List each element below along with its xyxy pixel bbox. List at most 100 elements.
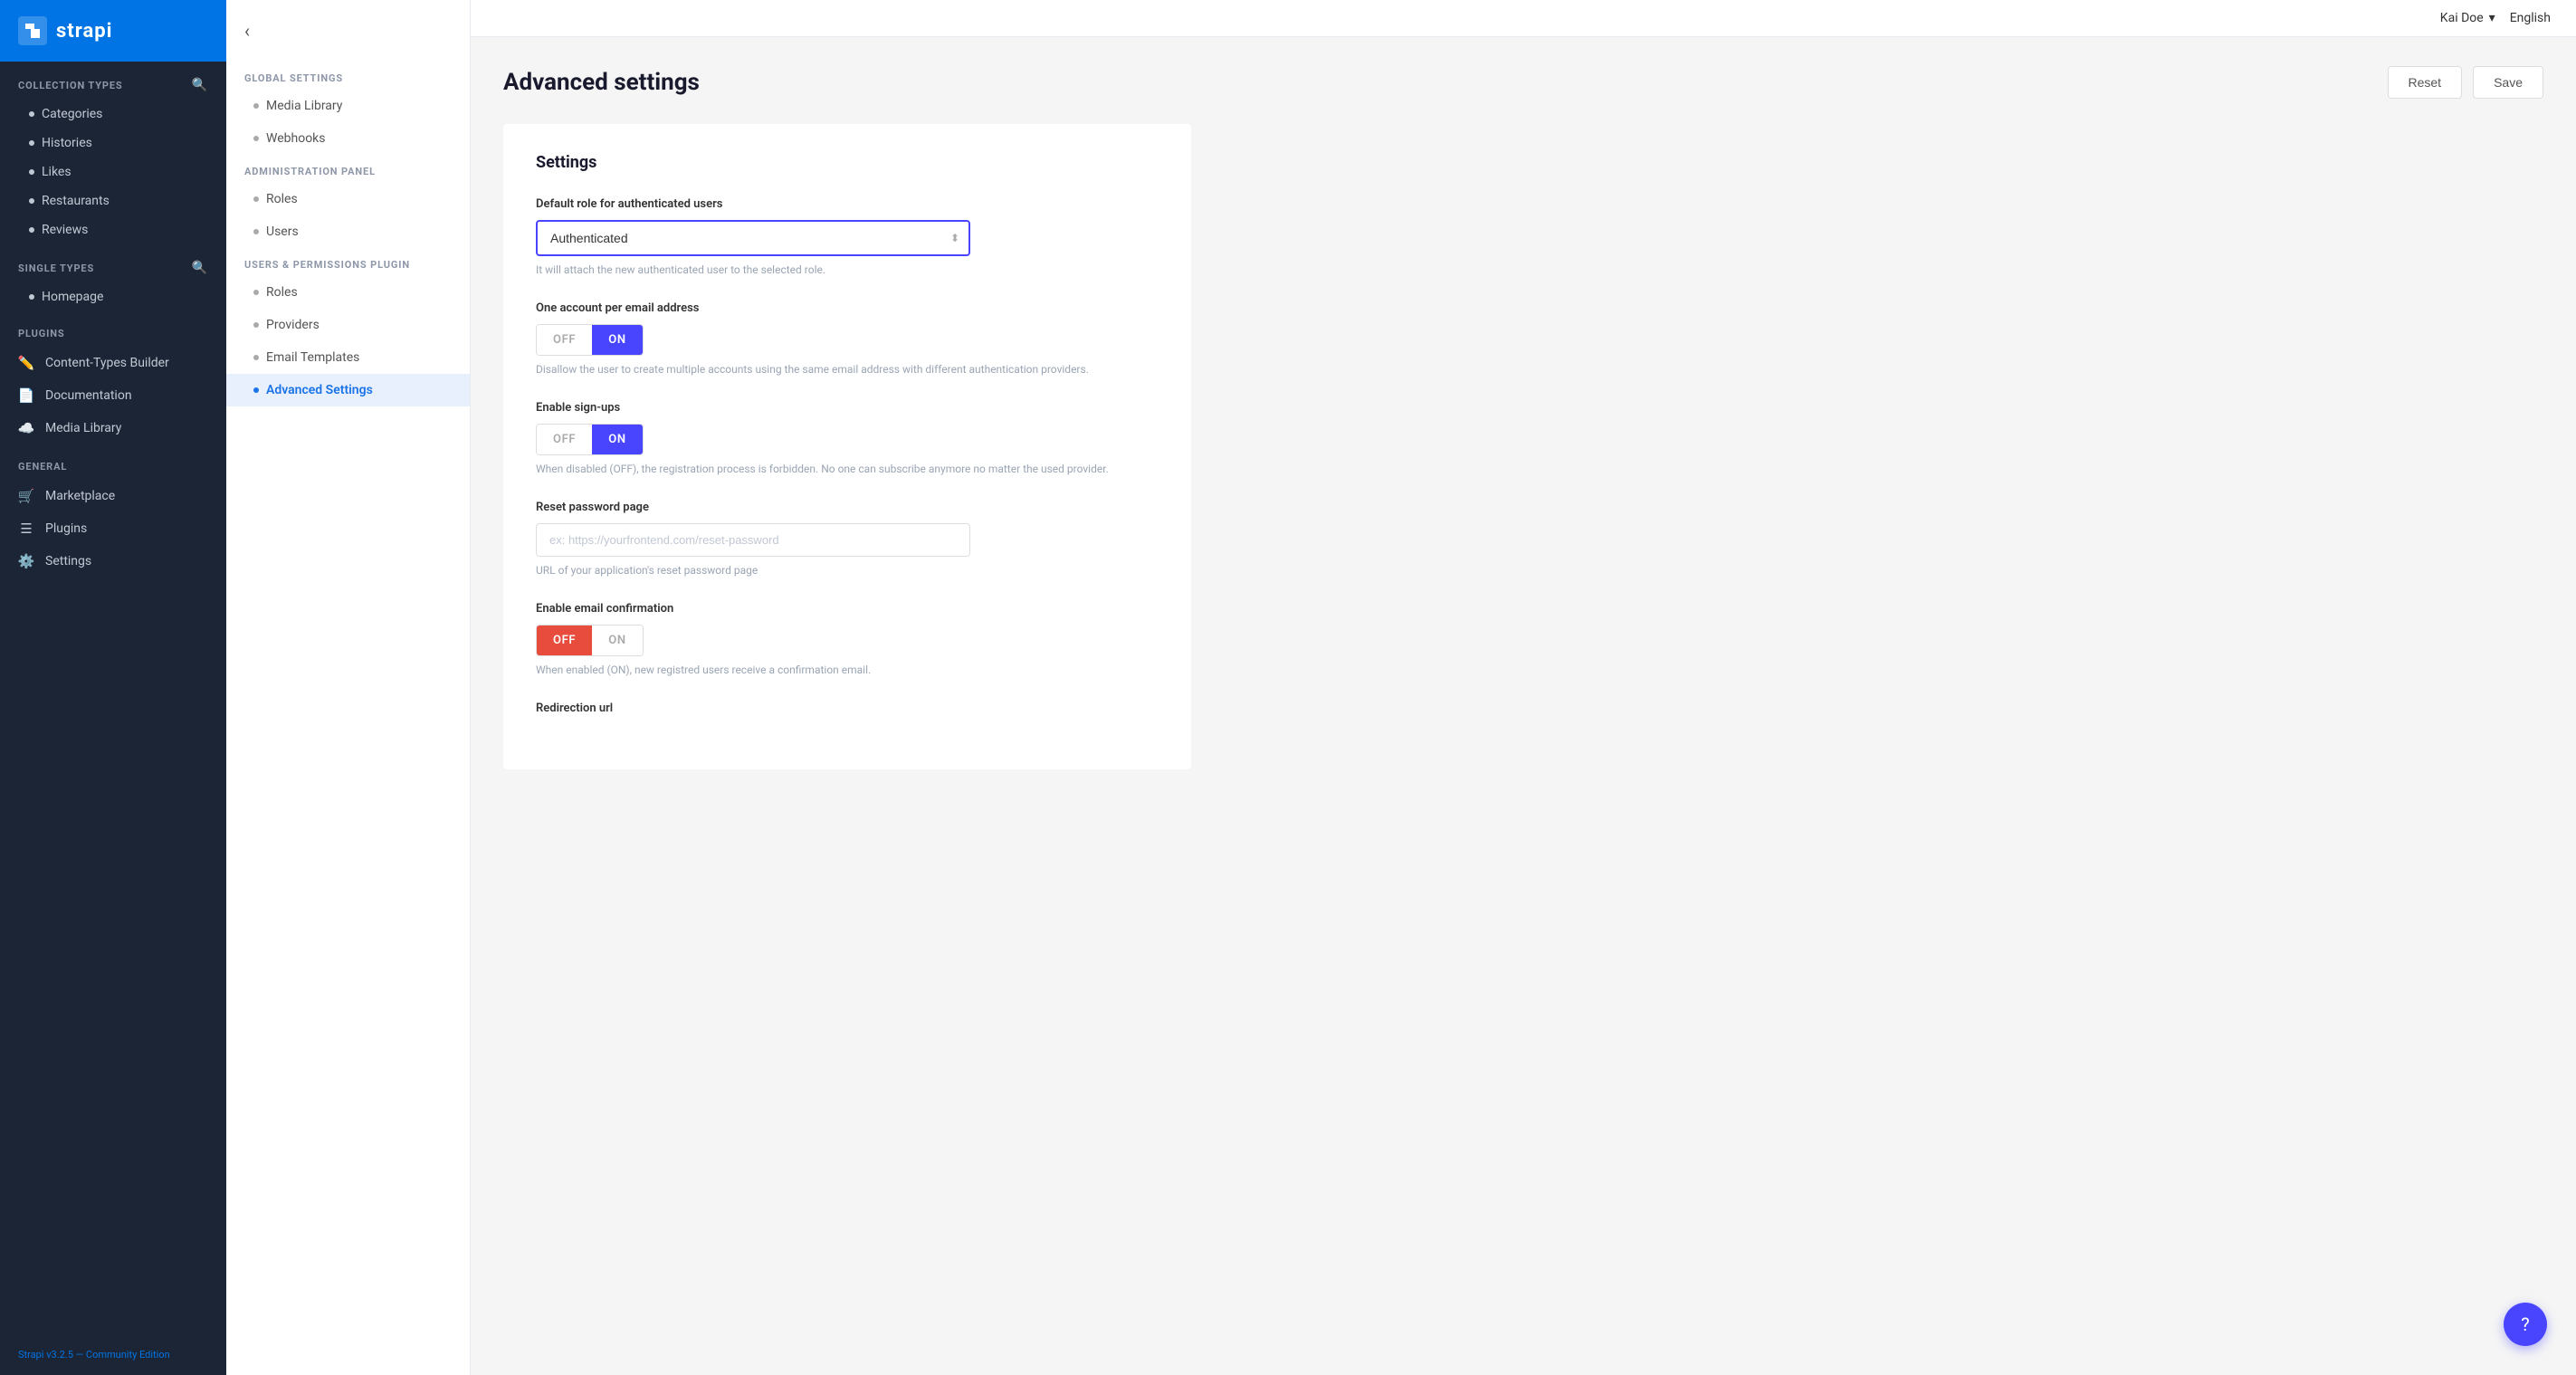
middle-item-admin-users[interactable]: Users [226,215,470,248]
help-icon: ? [2521,1313,2529,1335]
enable-signups-toggle[interactable]: OFF ON [536,424,644,455]
email-confirmation-label: Enable email confirmation [536,602,1159,616]
default-role-hint: It will attach the new authenticated use… [536,263,1159,276]
sidebar-item-categories[interactable]: Categories [0,100,226,129]
sidebar-item-homepage[interactable]: Homepage [0,282,226,311]
middle-panel: ‹ GLOBAL SETTINGS Media Library Webhooks… [226,0,471,1375]
middle-item-media-library[interactable]: Media Library [226,90,470,122]
email-confirmation-field-group: Enable email confirmation OFF ON When en… [536,602,1159,676]
default-role-select-wrapper: Authenticated Public [536,220,970,256]
main-content: Kai Doe ▾ English Advanced settings Rese… [471,0,2576,1375]
default-role-label: Default role for authenticated users [536,197,1159,211]
reset-password-field-group: Reset password page URL of your applicat… [536,501,1159,577]
enable-signups-hint: When disabled (OFF), the registration pr… [536,463,1159,475]
reset-password-hint: URL of your application's reset password… [536,564,1159,577]
users-permissions-label: USERS & PERMISSIONS PLUGIN [226,248,470,276]
sidebar-item-media-library[interactable]: ☁️ Media Library [0,412,226,444]
header-actions: Reset Save [2388,66,2544,99]
redirection-url-field-group: Redirection url [536,702,1159,715]
sidebar-item-histories[interactable]: Histories [0,129,226,158]
administration-label: ADMINISTRATION PANEL [226,155,470,183]
sidebar-item-marketplace[interactable]: 🛒 Marketplace [0,480,226,512]
email-confirmation-toggle-off[interactable]: OFF [537,625,592,655]
default-role-select[interactable]: Authenticated Public [536,220,970,256]
one-account-label: One account per email address [536,301,1159,315]
collection-types-header: COLLECTION TYPES 🔍 [0,62,226,100]
global-settings-label: GLOBAL SETTINGS [226,62,470,90]
media-library-icon: ☁️ [18,420,34,436]
user-name: Kai Doe [2440,11,2484,25]
back-button[interactable]: ‹ [226,0,470,62]
user-menu[interactable]: Kai Doe ▾ [2440,11,2495,25]
dot-icon [253,136,259,141]
sidebar-version: Strapi v3.2.5 — Community Edition [0,1334,226,1375]
reset-password-input[interactable] [536,523,970,557]
middle-item-providers[interactable]: Providers [226,309,470,341]
dot-icon [253,387,259,393]
dot-icon [253,355,259,360]
sidebar-item-likes[interactable]: Likes [0,158,226,186]
sidebar-item-reviews[interactable]: Reviews [0,215,226,244]
dot-icon [253,196,259,202]
topbar: Kai Doe ▾ English [471,0,2576,37]
settings-card: Settings Default role for authenticated … [503,124,1191,769]
one-account-field-group: One account per email address OFF ON Dis… [536,301,1159,376]
dot-icon [29,169,34,175]
plugins-icon: ☰ [18,520,34,537]
single-search-icon[interactable]: 🔍 [192,261,208,275]
content-types-builder-icon: ✏️ [18,355,34,371]
sidebar-logo-text: strapi [56,20,112,43]
sidebar-logo[interactable]: strapi [0,0,226,62]
email-confirmation-toggle[interactable]: OFF ON [536,625,644,656]
dot-icon [29,294,34,300]
dot-icon [29,111,34,117]
middle-item-advanced-settings[interactable]: Advanced Settings [226,374,470,406]
dot-icon [29,140,34,146]
dot-icon [253,322,259,328]
sidebar-item-settings[interactable]: ⚙️ Settings [0,545,226,578]
dot-icon [253,103,259,109]
middle-item-permissions-roles[interactable]: Roles [226,276,470,309]
one-account-toggle-on[interactable]: ON [592,325,642,355]
middle-item-admin-roles[interactable]: Roles [226,183,470,215]
language-selector[interactable]: English [2510,11,2551,25]
one-account-toggle-off[interactable]: OFF [537,325,592,355]
content-area: Advanced settings Reset Save Settings De… [471,37,2576,1375]
reset-button[interactable]: Reset [2388,66,2463,99]
middle-item-webhooks[interactable]: Webhooks [226,122,470,155]
enable-signups-label: Enable sign-ups [536,401,1159,415]
one-account-hint: Disallow the user to create multiple acc… [536,363,1159,376]
sidebar-item-documentation[interactable]: 📄 Documentation [0,379,226,412]
settings-icon: ⚙️ [18,553,34,569]
marketplace-icon: 🛒 [18,488,34,504]
user-dropdown-icon: ▾ [2489,11,2495,25]
page-header: Advanced settings Reset Save [503,66,2543,99]
plugins-header: PLUGINS [0,311,226,347]
sidebar-item-plugins[interactable]: ☰ Plugins [0,512,226,545]
general-header: GENERAL [0,444,226,480]
enable-signups-field-group: Enable sign-ups OFF ON When disabled (OF… [536,401,1159,475]
page-title: Advanced settings [503,69,700,96]
enable-signups-toggle-off[interactable]: OFF [537,425,592,454]
dot-icon [253,290,259,295]
strapi-logo-icon [18,16,47,45]
collection-search-icon[interactable]: 🔍 [192,78,208,92]
help-fab[interactable]: ? [2504,1303,2547,1346]
settings-card-title: Settings [536,153,1159,172]
one-account-toggle[interactable]: OFF ON [536,324,644,356]
email-confirmation-toggle-on[interactable]: ON [592,625,642,655]
reset-password-label: Reset password page [536,501,1159,514]
sidebar-item-content-types-builder[interactable]: ✏️ Content-Types Builder [0,347,226,379]
middle-item-email-templates[interactable]: Email Templates [226,341,470,374]
sidebar: strapi COLLECTION TYPES 🔍 Categories His… [0,0,226,1375]
enable-signups-toggle-on[interactable]: ON [592,425,642,454]
save-button[interactable]: Save [2473,66,2543,99]
dot-icon [29,198,34,204]
dot-icon [253,229,259,234]
default-role-field-group: Default role for authenticated users Aut… [536,197,1159,276]
sidebar-item-restaurants[interactable]: Restaurants [0,186,226,215]
email-confirmation-hint: When enabled (ON), new registred users r… [536,664,1159,676]
dot-icon [29,227,34,233]
redirection-url-label: Redirection url [536,702,1159,715]
single-types-header: SINGLE TYPES 🔍 [0,244,226,282]
